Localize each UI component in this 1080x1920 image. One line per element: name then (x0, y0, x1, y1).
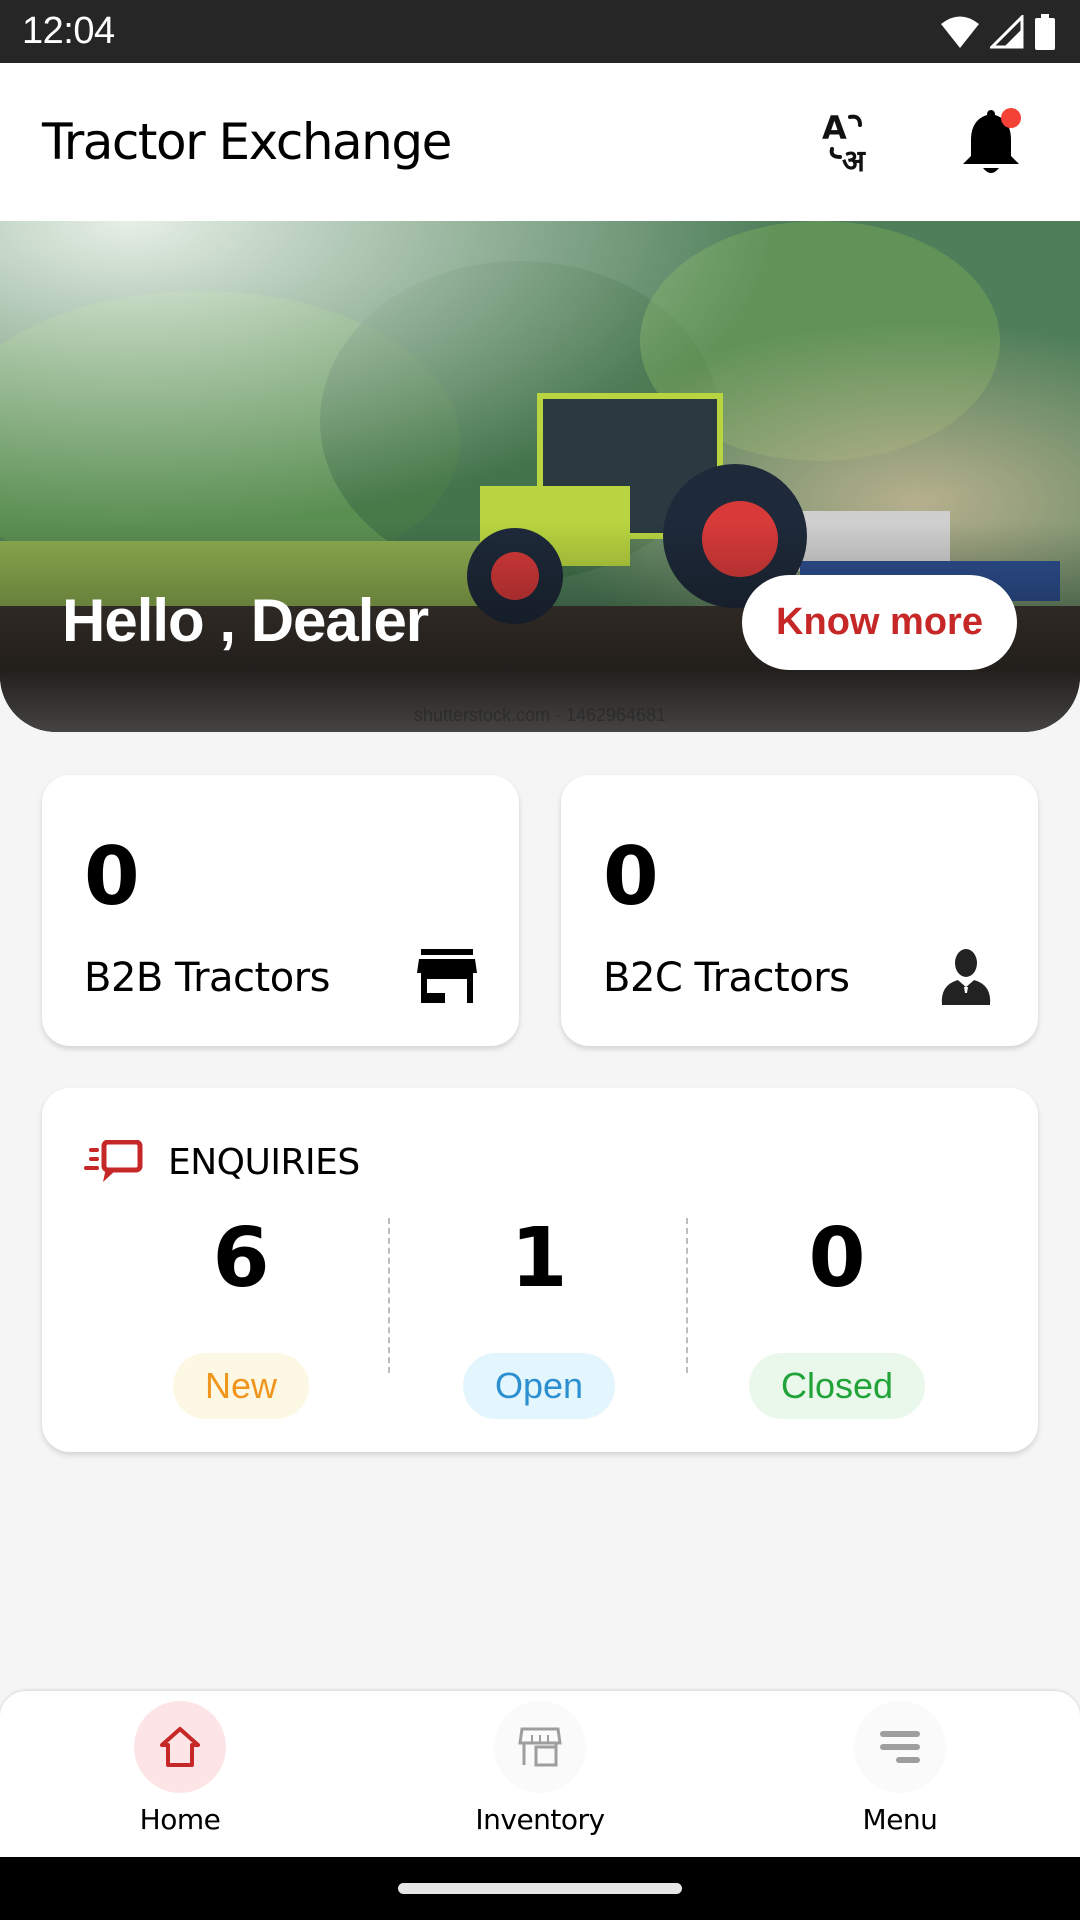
language-button[interactable]: A अ (816, 107, 886, 177)
chat-bubble-icon (84, 1140, 143, 1182)
nav-menu-label: Menu (862, 1803, 938, 1836)
nav-inventory-label: Inventory (475, 1803, 605, 1836)
app-title: Tractor Exchange (42, 113, 452, 171)
svg-text:A: A (822, 109, 847, 147)
app-bar: Tractor Exchange A अ (0, 63, 1080, 221)
enquiry-closed[interactable]: 0 Closed (688, 1218, 986, 1419)
inventory-store-icon (518, 1727, 562, 1767)
b2b-tractors-label: B2B Tractors (84, 955, 331, 1001)
hero-banner: Hello , Dealer Know more shutterstock.co… (0, 221, 1080, 732)
nav-home[interactable]: Home (0, 1691, 360, 1857)
enquiry-closed-count: 0 (808, 1211, 866, 1306)
store-icon (417, 949, 477, 1003)
nav-inventory[interactable]: Inventory (360, 1691, 720, 1857)
enquiry-new[interactable]: 6 New (92, 1218, 390, 1419)
enquiries-title: ENQUIRIES (168, 1141, 360, 1183)
bottom-navigation: Home Inventory Menu (0, 1691, 1080, 1857)
greeting-text: Hello , Dealer (62, 587, 429, 654)
menu-icon (880, 1731, 920, 1763)
enquiry-open[interactable]: 1 Open (390, 1218, 688, 1419)
app-actions: A अ (816, 107, 1026, 177)
status-bar: 12:04 (0, 0, 1080, 63)
nav-menu[interactable]: Menu (720, 1691, 1080, 1857)
person-icon (941, 949, 991, 1005)
enquiries-card: ENQUIRIES 6 New 1 Open 0 Closed (42, 1088, 1038, 1452)
enquiry-new-badge: New (172, 1353, 310, 1419)
nav-home-indicator (134, 1701, 226, 1793)
enquiry-open-badge: Open (462, 1353, 616, 1419)
home-gesture-handle[interactable] (398, 1883, 682, 1894)
image-watermark: shutterstock.com · 1462964681 (413, 705, 667, 725)
b2c-tractors-card[interactable]: 0 B2C Tractors (561, 775, 1038, 1046)
home-icon (160, 1727, 200, 1767)
svg-text:अ: अ (842, 144, 866, 175)
enquiry-new-count: 6 (212, 1211, 270, 1306)
b2b-tractors-count: 0 (84, 830, 140, 923)
b2c-tractors-label: B2C Tractors (603, 955, 850, 1001)
b2b-tractors-card[interactable]: 0 B2B Tractors (42, 775, 519, 1046)
nav-inventory-indicator (494, 1701, 586, 1793)
notification-button[interactable] (956, 107, 1026, 177)
notification-bell-icon (963, 108, 1021, 173)
status-time: 12:04 (22, 10, 115, 52)
wifi-icon (941, 16, 979, 48)
nav-home-label: Home (139, 1803, 221, 1836)
language-translate-icon: A अ (822, 109, 866, 175)
notification-badge (1001, 108, 1021, 128)
signal-icon (990, 14, 1024, 48)
know-more-button[interactable]: Know more (742, 575, 1017, 670)
battery-icon (1035, 13, 1055, 50)
enquiry-open-count: 1 (510, 1211, 568, 1306)
system-navigation-bar (0, 1857, 1080, 1920)
enquiry-closed-badge: Closed (748, 1353, 926, 1419)
enquiries-stats: 6 New 1 Open 0 Closed (42, 1218, 1038, 1419)
enquiries-header: ENQUIRIES (84, 1140, 360, 1184)
nav-menu-indicator (854, 1701, 946, 1793)
b2c-tractors-count: 0 (603, 830, 659, 923)
status-icons (940, 13, 1056, 50)
